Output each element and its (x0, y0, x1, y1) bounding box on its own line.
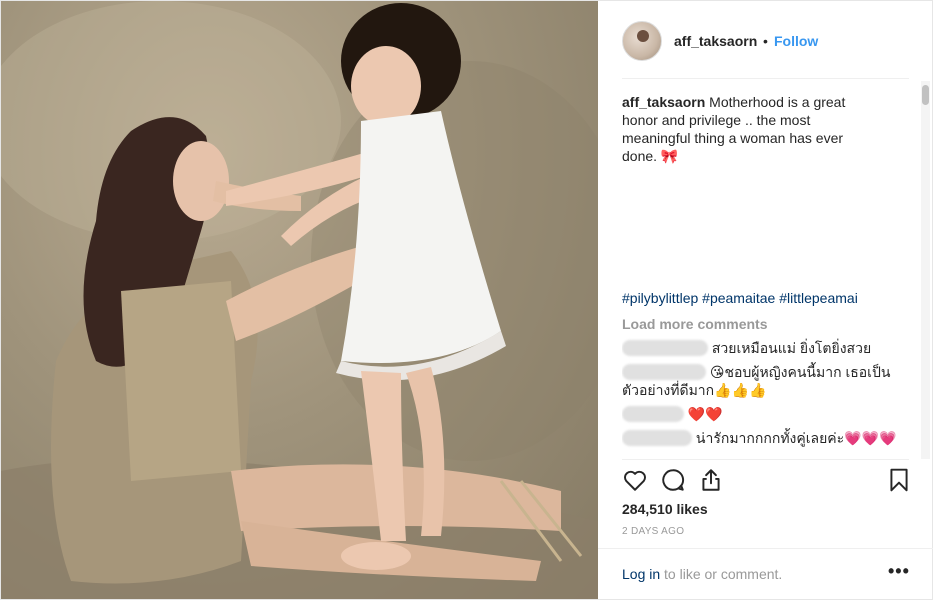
photo-illustration (1, 1, 598, 599)
actions-divider (622, 459, 909, 460)
post-header: aff_taksaorn • Follow (598, 1, 933, 79)
comments-list[interactable]: aff_taksaorn Motherhood is a great honor… (622, 89, 912, 457)
comment-icon[interactable] (660, 467, 686, 493)
share-icon[interactable] (698, 467, 724, 493)
hashtags[interactable]: #pilybylittlep #peamaitae #littlepeamai (622, 290, 858, 306)
caption: aff_taksaorn Motherhood is a great honor… (622, 93, 872, 165)
comment-item: 😘ชอบผู้หญิงคนนี้มาก เธอเป็นตัวอย่างที่ดี… (622, 363, 902, 399)
login-link[interactable]: Log in (622, 566, 660, 582)
more-options-icon[interactable]: ••• (888, 561, 910, 582)
post-photo[interactable] (1, 1, 598, 599)
commenter-username-redacted[interactable] (622, 340, 708, 356)
separator-dot: • (763, 33, 768, 49)
bookmark-icon[interactable] (886, 467, 912, 493)
comment-text: สวยเหมือนแม่ ยิ่งโตยิ่งสวย (711, 340, 872, 356)
header-divider (622, 78, 909, 79)
commenter-username-redacted[interactable] (622, 364, 706, 380)
bottom-divider (598, 548, 933, 549)
scrollbar-thumb[interactable] (922, 85, 929, 105)
avatar[interactable] (622, 21, 662, 61)
follow-button[interactable]: Follow (774, 33, 818, 49)
login-prompt: Log in to like or comment. (622, 566, 782, 582)
comments-scrollbar[interactable] (921, 81, 930, 459)
load-more-comments-button[interactable]: Load more comments (622, 316, 767, 332)
instagram-post: aff_taksaorn • Follow aff_taksaorn Mothe… (0, 0, 933, 600)
post-date[interactable]: 2 DAYS AGO (622, 526, 684, 537)
heart-icon[interactable] (622, 467, 648, 493)
login-prompt-text: to like or comment. (660, 566, 783, 582)
comment-item: น่ารักมากกกกทั้งคู่เลยค่ะ💗💗💗 (622, 429, 902, 447)
likes-count[interactable]: 284,510 likes (622, 501, 708, 517)
caption-username[interactable]: aff_taksaorn (622, 94, 705, 110)
post-side-panel: aff_taksaorn • Follow aff_taksaorn Mothe… (598, 1, 933, 599)
commenter-username-redacted[interactable] (622, 430, 692, 446)
commenter-username-redacted[interactable] (622, 406, 684, 422)
comment-item: ❤️❤️ (622, 405, 902, 423)
comment-text: ❤️❤️ (687, 406, 723, 422)
comment-text: น่ารักมากกกกทั้งคู่เลยค่ะ💗💗💗 (695, 430, 897, 446)
header-username[interactable]: aff_taksaorn (674, 33, 757, 49)
comment-item: สวยเหมือนแม่ ยิ่งโตยิ่งสวย (622, 339, 902, 357)
